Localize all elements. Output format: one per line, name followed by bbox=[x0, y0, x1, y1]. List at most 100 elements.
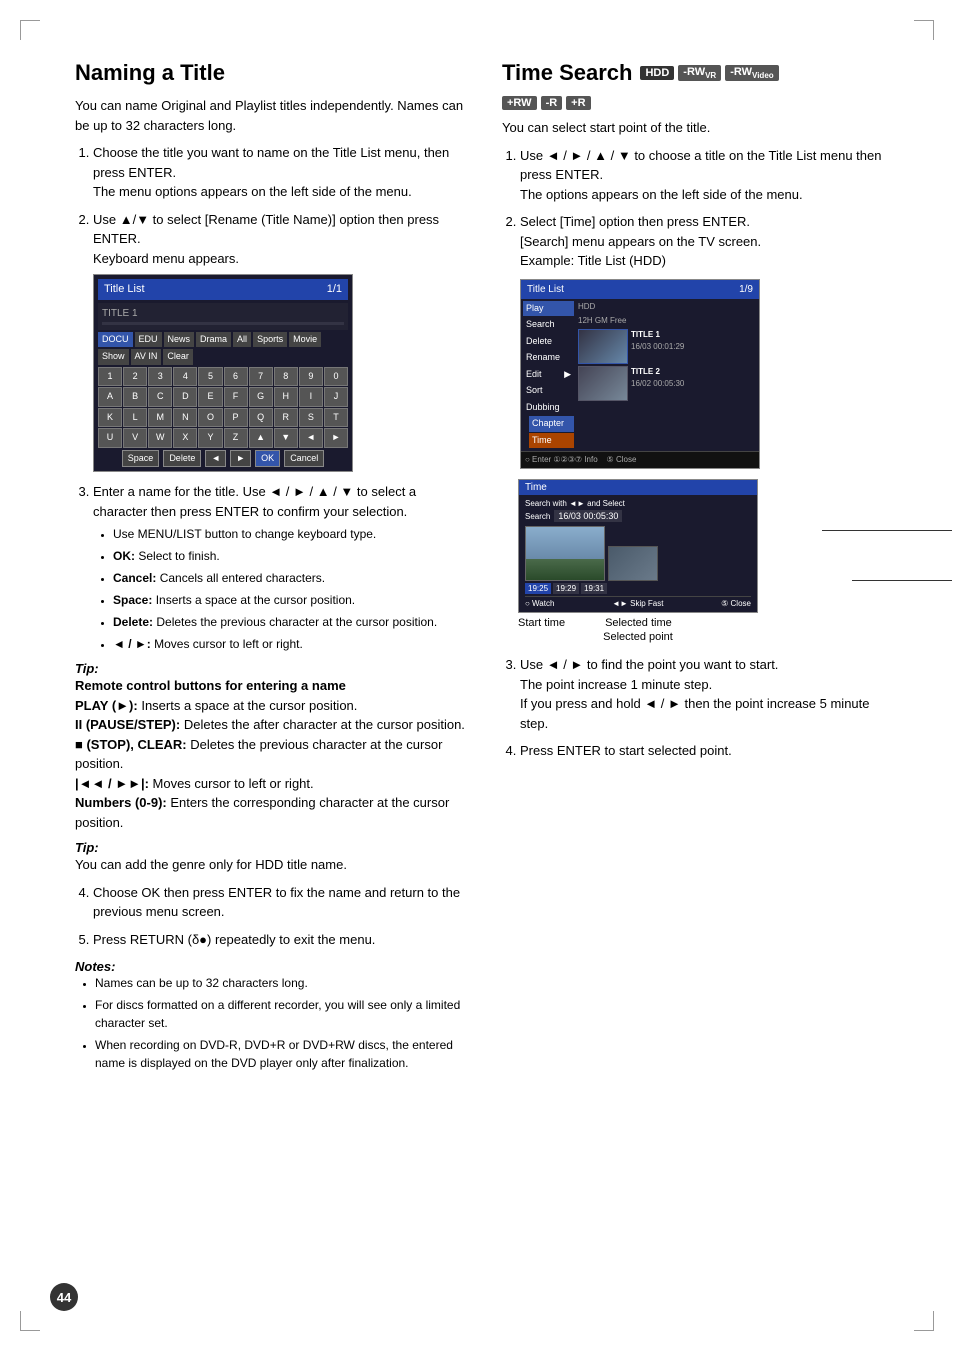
note-2: For discs formatted on a different recor… bbox=[95, 996, 472, 1032]
kb-key-g[interactable]: G bbox=[249, 387, 273, 407]
kb-key-sym1[interactable]: ▲ bbox=[249, 428, 273, 448]
kb-key-1[interactable]: 1 bbox=[98, 367, 122, 387]
kb-key-sym3[interactable]: ◄ bbox=[299, 428, 323, 448]
kb-key-6[interactable]: 6 bbox=[224, 367, 248, 387]
kb-cursor-bar bbox=[102, 322, 344, 325]
kb-key-i[interactable]: I bbox=[299, 387, 323, 407]
kb-key-b[interactable]: B bbox=[123, 387, 147, 407]
kb-key-o[interactable]: O bbox=[198, 408, 222, 428]
kb-key-4[interactable]: 4 bbox=[173, 367, 197, 387]
naming-intro: You can name Original and Playlist title… bbox=[75, 96, 472, 135]
tl-menu-edit[interactable]: Edit ▶ bbox=[523, 367, 574, 383]
kb-key-t[interactable]: T bbox=[324, 408, 348, 428]
kb-cat-drama[interactable]: Drama bbox=[196, 332, 231, 348]
keyboard-menu-screenshot: Title List 1/1 TITLE 1 DOCU EDU News bbox=[93, 274, 353, 472]
page-number: 44 bbox=[50, 1283, 78, 1311]
kb-key-3[interactable]: 3 bbox=[148, 367, 172, 387]
kb-btn-cancel[interactable]: Cancel bbox=[284, 450, 324, 468]
tl-thumb1 bbox=[578, 329, 628, 364]
kb-cat-edu[interactable]: EDU bbox=[135, 332, 162, 348]
kb-key-y[interactable]: Y bbox=[198, 428, 222, 448]
kb-key-2[interactable]: 2 bbox=[123, 367, 147, 387]
ts-search-with-label: Search with ◄► and Select bbox=[525, 499, 625, 508]
tl-title1-name: TITLE 1 bbox=[631, 329, 684, 341]
bullet-lr: ◄ / ►: Moves cursor to left or right. bbox=[113, 635, 472, 653]
kb-key-n[interactable]: N bbox=[173, 408, 197, 428]
kb-key-x[interactable]: X bbox=[173, 428, 197, 448]
kb-key-u[interactable]: U bbox=[98, 428, 122, 448]
title-list-screen: Title List 1/9 Play Search Delete Rename bbox=[520, 279, 760, 470]
tl-free-label: 12H GM Free bbox=[578, 315, 757, 327]
left-column: Naming a Title You can name Original and… bbox=[75, 60, 472, 1080]
tl-title2-time: 16/02 00:05:30 bbox=[631, 378, 684, 390]
kb-key-e[interactable]: E bbox=[198, 387, 222, 407]
kb-key-0[interactable]: 0 bbox=[324, 367, 348, 387]
kb-title: Title List bbox=[104, 281, 145, 298]
ts-time-19-29[interactable]: 19:29 bbox=[553, 583, 579, 594]
ts-timeline: 19:25 19:29 19:31 bbox=[525, 583, 751, 594]
tl-submenu-time[interactable]: Time bbox=[529, 433, 574, 449]
kb-key-9[interactable]: 9 bbox=[299, 367, 323, 387]
kb-key-d[interactable]: D bbox=[173, 387, 197, 407]
time-search-title: Time Search bbox=[502, 60, 632, 86]
kb-key-h[interactable]: H bbox=[274, 387, 298, 407]
kb-btn-right[interactable]: ► bbox=[230, 450, 251, 468]
kb-cat-news[interactable]: News bbox=[164, 332, 195, 348]
notes-block: Notes: Names can be up to 32 characters … bbox=[75, 959, 472, 1072]
kb-btn-ok[interactable]: OK bbox=[255, 450, 280, 468]
tl-body: Play Search Delete Rename Edit ▶ Sort Du… bbox=[521, 299, 759, 452]
kb-cat-docu[interactable]: DOCU bbox=[98, 332, 133, 348]
kb-cat-all[interactable]: All bbox=[233, 332, 251, 348]
tl-menu-search[interactable]: Search bbox=[523, 317, 574, 333]
kb-key-m[interactable]: M bbox=[148, 408, 172, 428]
kb-btn-delete[interactable]: Delete bbox=[163, 450, 201, 468]
kb-key-l[interactable]: L bbox=[123, 408, 147, 428]
kb-key-v[interactable]: V bbox=[123, 428, 147, 448]
tl-header-page: 1/9 bbox=[739, 282, 753, 297]
kb-key-w[interactable]: W bbox=[148, 428, 172, 448]
kb-key-a[interactable]: A bbox=[98, 387, 122, 407]
ts-time-19-25[interactable]: 19:25 bbox=[525, 583, 551, 594]
tl-menu-sort[interactable]: Sort bbox=[523, 383, 574, 399]
kb-key-q[interactable]: Q bbox=[249, 408, 273, 428]
tl-menu-dubbing[interactable]: Dubbing bbox=[523, 400, 574, 416]
tl-content: HDD 12H GM Free TITLE 1 16/03 00:01:29 bbox=[576, 299, 759, 452]
kb-cat-clear[interactable]: Clear bbox=[163, 349, 193, 365]
ts-selected-point-label: Selected point bbox=[518, 631, 758, 643]
ts-time-19-31[interactable]: 19:31 bbox=[581, 583, 607, 594]
ts-steps-3-4: Use ◄ / ► to find the point you want to … bbox=[520, 655, 899, 761]
tl-hdd-label: HDD bbox=[578, 301, 757, 313]
kb-btn-left[interactable]: ◄ bbox=[205, 450, 226, 468]
ts-main-thumbnail bbox=[525, 526, 605, 581]
ts-slider-wrapper: Time Search with ◄► and Select Search 16… bbox=[518, 479, 899, 613]
tl-menu-rename[interactable]: Rename bbox=[523, 350, 574, 366]
kb-key-7[interactable]: 7 bbox=[249, 367, 273, 387]
kb-key-j[interactable]: J bbox=[324, 387, 348, 407]
kb-key-5[interactable]: 5 bbox=[198, 367, 222, 387]
kb-key-sym4[interactable]: ► bbox=[324, 428, 348, 448]
bullet-ok: OK: OK: Select to finish.Select to finis… bbox=[113, 547, 472, 565]
kb-cat-sports[interactable]: Sports bbox=[253, 332, 287, 348]
ts-intro: You can select start point of the title. bbox=[502, 118, 899, 138]
kb-key-p[interactable]: P bbox=[224, 408, 248, 428]
tl-submenu-chapter[interactable]: Chapter bbox=[529, 416, 574, 432]
kb-categories: DOCU EDU News Drama All Sports Movie Sho… bbox=[98, 332, 348, 365]
kb-key-sym2[interactable]: ▼ bbox=[274, 428, 298, 448]
naming-step-1: Choose the title you want to name on the… bbox=[93, 143, 472, 202]
tl-menu-delete[interactable]: Delete bbox=[523, 334, 574, 350]
kb-key-8[interactable]: 8 bbox=[274, 367, 298, 387]
kb-key-c[interactable]: C bbox=[148, 387, 172, 407]
kb-key-k[interactable]: K bbox=[98, 408, 122, 428]
tl-menu-play[interactable]: Play bbox=[523, 301, 574, 317]
kb-cat-avin[interactable]: AV IN bbox=[131, 349, 162, 365]
tip1-title: Remote control buttons for entering a na… bbox=[75, 678, 346, 693]
kb-btn-space[interactable]: Space bbox=[122, 450, 160, 468]
kb-key-s[interactable]: S bbox=[299, 408, 323, 428]
kb-key-z[interactable]: Z bbox=[224, 428, 248, 448]
ts-slider-body: Search with ◄► and Select Search 16/03 0… bbox=[519, 495, 757, 612]
kb-cat-movie[interactable]: Movie bbox=[289, 332, 321, 348]
kb-key-r[interactable]: R bbox=[274, 408, 298, 428]
kb-cat-show[interactable]: Show bbox=[98, 349, 129, 365]
tip2-text: You can add the genre only for HDD title… bbox=[75, 855, 472, 875]
kb-key-f[interactable]: F bbox=[224, 387, 248, 407]
